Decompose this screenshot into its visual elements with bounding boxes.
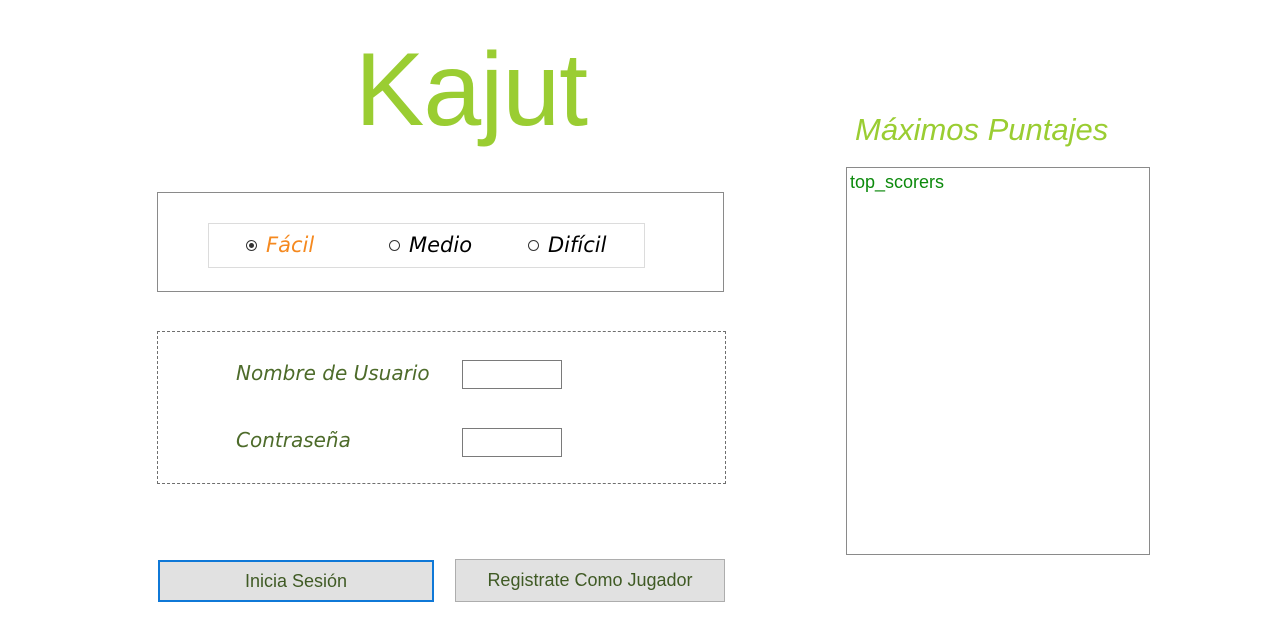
password-input[interactable] (462, 428, 562, 457)
radio-button-checked-icon[interactable] (246, 239, 257, 251)
login-panel (157, 331, 726, 484)
top-scores-title: Máximos Puntajes (855, 112, 1109, 147)
radio-dificil[interactable]: Difícil (528, 231, 606, 259)
register-button[interactable]: Registrate Como Jugador (455, 559, 725, 602)
username-input[interactable] (462, 360, 562, 389)
username-label: Nombre de Usuario (236, 361, 430, 385)
top-scores-text: top_scorers (850, 172, 945, 192)
radio-facil[interactable]: Fácil (246, 231, 314, 259)
radio-label-dificil[interactable]: Difícil (548, 233, 606, 257)
radio-medio[interactable]: Medio (389, 231, 472, 259)
main-window: Kajut Fácil Medio Difícil Nombre de Usua… (0, 0, 1268, 631)
radio-button-icon[interactable] (389, 239, 400, 251)
app-title: Kajut (355, 32, 588, 148)
login-button[interactable]: Inicia Sesión (158, 560, 434, 602)
radio-label-medio[interactable]: Medio (409, 233, 472, 257)
password-label: Contraseña (236, 428, 351, 452)
top-scores-list[interactable]: top_scorers (846, 167, 1150, 555)
radio-label-facil[interactable]: Fácil (266, 233, 314, 257)
radio-button-icon[interactable] (528, 239, 539, 251)
